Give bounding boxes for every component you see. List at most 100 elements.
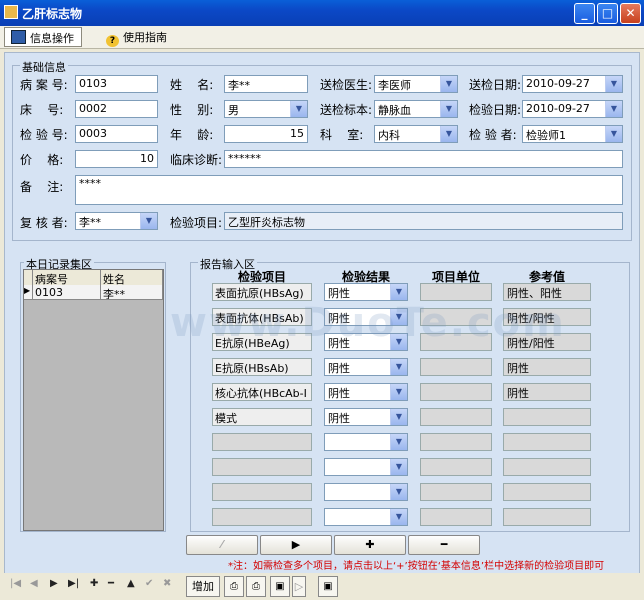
- tab-user-guide[interactable]: ? 使用指南: [100, 27, 186, 47]
- print-icon[interactable]: ⎙: [224, 576, 244, 597]
- report-item-cell[interactable]: 模式: [212, 408, 312, 426]
- report-ref-cell[interactable]: [503, 483, 591, 501]
- next-record-icon[interactable]: ▶: [50, 578, 58, 589]
- add-item-button[interactable]: ✚: [334, 535, 406, 555]
- report-ref-cell[interactable]: 阴性: [503, 358, 591, 376]
- test-item-field[interactable]: 乙型肝炎标志物: [224, 212, 623, 230]
- report-item-cell[interactable]: E抗原(HBsAb): [212, 358, 312, 376]
- chevron-down-icon[interactable]: ▼: [605, 101, 622, 117]
- last-record-icon[interactable]: ▶|: [68, 578, 79, 589]
- report-unit-cell[interactable]: [420, 408, 492, 426]
- chevron-down-icon[interactable]: ▼: [390, 359, 407, 375]
- report-result-select[interactable]: ▼: [324, 458, 408, 476]
- report-unit-cell[interactable]: [420, 358, 492, 376]
- diagnosis-field[interactable]: ******: [224, 150, 623, 168]
- dept-label: 科 室:: [320, 128, 364, 142]
- dept-select[interactable]: 内科 ▼: [374, 125, 458, 143]
- reviewer-select[interactable]: 李** ▼: [75, 212, 158, 230]
- reviewer-label: 复 核 者:: [20, 216, 68, 230]
- chevron-down-icon[interactable]: ▼: [605, 76, 622, 92]
- chevron-down-icon[interactable]: ▼: [440, 101, 457, 117]
- chevron-down-icon[interactable]: ▼: [390, 434, 407, 450]
- chevron-down-icon[interactable]: ▼: [390, 409, 407, 425]
- remove-item-button[interactable]: ━: [408, 535, 480, 555]
- status-bar: |◀ ◀ ▶ ▶| ✚ ━ ▲ ✔ ✖ 增加 ⎙ ⎙ ▣ ▷ ▣: [0, 573, 644, 600]
- report-unit-cell[interactable]: [420, 283, 492, 301]
- report-result-select[interactable]: ▼: [324, 483, 408, 501]
- report-ref-cell[interactable]: 阴性: [503, 383, 591, 401]
- report-unit-cell[interactable]: [420, 458, 492, 476]
- prev-record-icon[interactable]: ◀: [30, 578, 38, 589]
- chevron-down-icon[interactable]: ▼: [390, 459, 407, 475]
- print-preview-icon[interactable]: ⎙: [246, 576, 266, 597]
- edit-button[interactable]: ⁄: [186, 535, 258, 555]
- next-button[interactable]: ▶: [260, 535, 332, 555]
- test-no-field[interactable]: 0003: [75, 125, 158, 143]
- price-field[interactable]: 10: [75, 150, 158, 168]
- chevron-down-icon[interactable]: ▼: [440, 126, 457, 142]
- chevron-down-icon[interactable]: ▼: [140, 213, 157, 229]
- report-item-cell[interactable]: [212, 508, 312, 526]
- close-button[interactable]: ✕: [620, 3, 641, 24]
- chevron-down-icon[interactable]: ▼: [390, 484, 407, 500]
- report-result-select[interactable]: 阴性 ▼: [324, 283, 408, 301]
- report-result-select[interactable]: 阴性 ▼: [324, 358, 408, 376]
- report-ref-cell[interactable]: [503, 458, 591, 476]
- report-ref-cell[interactable]: [503, 508, 591, 526]
- table-row[interactable]: ▶ 0103 李**: [24, 285, 163, 300]
- report-item-cell[interactable]: [212, 458, 312, 476]
- chevron-down-icon[interactable]: ▼: [290, 101, 307, 117]
- report-item-cell[interactable]: [212, 483, 312, 501]
- play-icon[interactable]: ▷: [292, 576, 306, 597]
- edit-record-icon[interactable]: ▲: [127, 578, 135, 589]
- chevron-down-icon[interactable]: ▼: [390, 284, 407, 300]
- minimize-button[interactable]: _: [574, 3, 595, 24]
- doctor-select[interactable]: 李医师 ▼: [374, 75, 458, 93]
- cancel-record-icon[interactable]: ✖: [163, 578, 171, 589]
- sex-select[interactable]: 男 ▼: [224, 100, 308, 118]
- report-result-select[interactable]: 阴性 ▼: [324, 408, 408, 426]
- add-button[interactable]: 增加: [186, 576, 220, 597]
- report-result-select[interactable]: ▼: [324, 433, 408, 451]
- tester-select[interactable]: 检验师1 ▼: [522, 125, 623, 143]
- records-col-case-no[interactable]: 病案号: [33, 270, 101, 285]
- report-ref-cell[interactable]: [503, 433, 591, 451]
- search-icon[interactable]: ▣: [318, 576, 338, 597]
- help-icon: ?: [106, 35, 119, 47]
- report-ref-cell[interactable]: [503, 408, 591, 426]
- tab-info-operation[interactable]: 信息操作: [4, 27, 82, 47]
- report-unit-cell[interactable]: [420, 433, 492, 451]
- records-col-name[interactable]: 姓名: [101, 270, 163, 285]
- report-result-select[interactable]: ▼: [324, 508, 408, 526]
- first-record-icon[interactable]: |◀: [10, 578, 21, 589]
- window-title: 乙肝标志物: [22, 7, 83, 21]
- report-unit-cell[interactable]: [420, 383, 492, 401]
- records-grid[interactable]: 病案号 姓名 ▶ 0103 李**: [23, 269, 164, 531]
- add-record-icon[interactable]: ✚: [90, 578, 98, 589]
- chevron-down-icon[interactable]: ▼: [440, 76, 457, 92]
- post-record-icon[interactable]: ✔: [145, 578, 153, 589]
- chevron-down-icon[interactable]: ▼: [390, 509, 407, 525]
- chevron-down-icon[interactable]: ▼: [390, 384, 407, 400]
- preview-icon[interactable]: ▣: [270, 576, 290, 597]
- case-no-field[interactable]: 0103: [75, 75, 158, 93]
- sample-select[interactable]: 静脉血 ▼: [374, 100, 458, 118]
- note-textarea[interactable]: ****: [75, 175, 623, 205]
- report-result-select[interactable]: 阴性 ▼: [324, 383, 408, 401]
- bed-field[interactable]: 0002: [75, 100, 158, 118]
- report-unit-cell[interactable]: [420, 508, 492, 526]
- chevron-down-icon[interactable]: ▼: [605, 126, 622, 142]
- doctor-value: 李医师: [378, 79, 411, 92]
- report-item-cell[interactable]: 核心抗体(HBcAb-I: [212, 383, 312, 401]
- age-field[interactable]: 15: [224, 125, 308, 143]
- report-item-cell[interactable]: 表面抗原(HBsAg): [212, 283, 312, 301]
- report-ref-cell[interactable]: 阴性、阳性: [503, 283, 591, 301]
- maximize-button[interactable]: □: [597, 3, 618, 24]
- report-unit-cell[interactable]: [420, 483, 492, 501]
- report-item-cell[interactable]: [212, 433, 312, 451]
- tester-value: 检验师1: [526, 129, 566, 142]
- name-field[interactable]: 李**: [224, 75, 308, 93]
- delete-record-icon[interactable]: ━: [108, 578, 114, 589]
- test-date-picker[interactable]: 2010-09-27 ▼: [522, 100, 623, 118]
- send-date-picker[interactable]: 2010-09-27 ▼: [522, 75, 623, 93]
